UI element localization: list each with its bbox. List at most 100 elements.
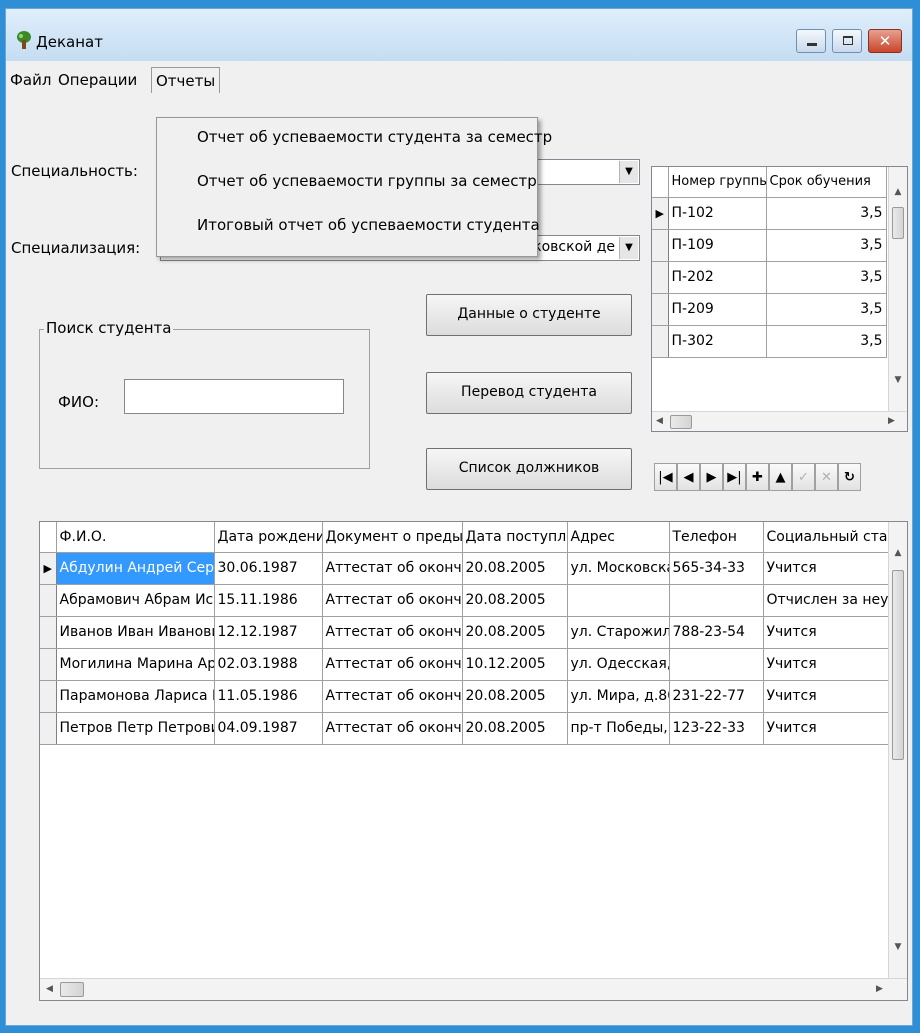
menu-operations[interactable]: Операции	[54, 67, 141, 93]
birth-date-cell[interactable]: 30.06.1987	[214, 552, 323, 585]
scrollbar-thumb[interactable]	[892, 570, 904, 760]
delete-record-button[interactable]: ▲	[769, 463, 792, 491]
fio-cell[interactable]: Петров Петр Петрович	[56, 712, 215, 745]
birth-date-cell[interactable]: 04.09.1987	[214, 712, 323, 745]
admission-date-cell[interactable]: 20.08.2005	[462, 712, 568, 745]
table-row[interactable]: ▶ Абдулин Андрей Сергее 30.06.1987 Аттес…	[40, 552, 889, 585]
fio-cell[interactable]: Абрамович Абрам Исак	[56, 584, 215, 617]
admission-date-cell[interactable]: 10.12.2005	[462, 648, 568, 681]
social-status-cell[interactable]: Учится	[763, 648, 889, 681]
debtors-list-button[interactable]: Список должников	[426, 448, 632, 490]
title-bar[interactable]: Деканат ✕	[6, 9, 912, 61]
next-record-button[interactable]: ▶	[700, 463, 723, 491]
social-status-cell[interactable]: Учится	[763, 680, 889, 713]
table-row[interactable]: П-202 3,5	[652, 261, 887, 294]
chevron-down-icon[interactable]: ▼	[619, 237, 638, 259]
column-header-study-term[interactable]: Срок обучения	[766, 167, 887, 198]
post-edit-button[interactable]: ✓	[792, 463, 815, 491]
scroll-up-icon[interactable]: ▲	[889, 187, 907, 197]
birth-date-cell[interactable]: 11.05.1986	[214, 680, 323, 713]
minimize-button[interactable]	[796, 29, 826, 53]
fio-cell[interactable]: Парамонова Лариса Ма	[56, 680, 215, 713]
insert-record-button[interactable]: ✚	[746, 463, 769, 491]
birth-date-cell[interactable]: 02.03.1988	[214, 648, 323, 681]
fio-cell[interactable]: Могилина Марина Артеі	[56, 648, 215, 681]
prev-document-cell[interactable]: Аттестат об окончан	[322, 584, 463, 617]
last-record-button[interactable]: ▶|	[723, 463, 746, 491]
prev-document-cell[interactable]: Аттестат об окончан	[322, 552, 463, 585]
scroll-right-icon[interactable]: ▶	[888, 416, 895, 426]
address-cell[interactable]: пр-т Победы, д	[567, 712, 670, 745]
address-cell[interactable]: ул. Мира, д.80,	[567, 680, 670, 713]
admission-date-cell[interactable]: 20.08.2005	[462, 552, 568, 585]
phone-cell[interactable]: 788-23-54	[669, 616, 764, 649]
table-row[interactable]: ▶ П-102 3,5	[652, 197, 887, 230]
phone-cell[interactable]: 123-22-33	[669, 712, 764, 745]
scroll-left-icon[interactable]: ◀	[656, 416, 663, 426]
cancel-edit-button[interactable]: ✕	[815, 463, 838, 491]
prior-record-button[interactable]: ◀	[677, 463, 700, 491]
study-term-cell[interactable]: 3,5	[766, 325, 887, 358]
first-record-button[interactable]: |◀	[654, 463, 677, 491]
column-header-admission-date[interactable]: Дата поступлен	[462, 522, 568, 553]
scrollbar-thumb[interactable]	[60, 982, 84, 997]
scrollbar-thumb[interactable]	[892, 207, 904, 239]
column-header-social-status[interactable]: Социальный ста	[763, 522, 889, 553]
address-cell[interactable]: ул. Одесская, д	[567, 648, 670, 681]
phone-cell[interactable]	[669, 648, 764, 681]
column-header-prev-document[interactable]: Документ о предыд	[322, 522, 463, 553]
groups-vertical-scrollbar[interactable]: ▲ ▼	[888, 167, 907, 411]
table-row[interactable]: П-109 3,5	[652, 229, 887, 262]
menu-file[interactable]: Файл	[6, 67, 55, 93]
phone-cell[interactable]: 231-22-77	[669, 680, 764, 713]
refresh-button[interactable]: ↻	[838, 463, 861, 491]
menu-item-group-semester-report[interactable]: Отчет об успеваемости группы за семестр	[197, 166, 537, 196]
table-row[interactable]: П-209 3,5	[652, 293, 887, 326]
social-status-cell[interactable]: Учится	[763, 552, 889, 585]
scroll-down-icon[interactable]: ▼	[889, 942, 907, 952]
group-number-cell[interactable]: П-202	[668, 261, 767, 294]
study-term-cell[interactable]: 3,5	[766, 293, 887, 326]
study-term-cell[interactable]: 3,5	[766, 197, 887, 230]
column-header-fio[interactable]: Ф.И.О.	[56, 522, 215, 553]
groups-grid[interactable]: Номер группы Срок обучения ▶ П-102 3,5 П…	[651, 166, 908, 432]
address-cell[interactable]: ул. Старожилов	[567, 616, 670, 649]
phone-cell[interactable]: 565-34-33	[669, 552, 764, 585]
scroll-up-icon[interactable]: ▲	[889, 548, 907, 558]
scroll-left-icon[interactable]: ◀	[46, 984, 53, 994]
group-number-cell[interactable]: П-109	[668, 229, 767, 262]
group-number-cell[interactable]: П-102	[668, 197, 767, 230]
menu-reports[interactable]: Отчеты	[151, 67, 221, 93]
scrollbar-thumb[interactable]	[670, 415, 692, 429]
address-cell[interactable]	[567, 584, 670, 617]
fio-input[interactable]	[124, 379, 344, 414]
group-number-cell[interactable]: П-209	[668, 293, 767, 326]
group-number-cell[interactable]: П-302	[668, 325, 767, 358]
scroll-down-icon[interactable]: ▼	[889, 375, 907, 385]
menu-item-student-semester-report[interactable]: Отчет об успеваемости студента за семест…	[197, 122, 552, 152]
prev-document-cell[interactable]: Аттестат об окончан	[322, 680, 463, 713]
study-term-cell[interactable]: 3,5	[766, 261, 887, 294]
maximize-button[interactable]	[832, 29, 862, 53]
prev-document-cell[interactable]: Аттестат об окончан	[322, 648, 463, 681]
social-status-cell[interactable]: Отчислен за неу	[763, 584, 889, 617]
address-cell[interactable]: ул. Московска:	[567, 552, 670, 585]
birth-date-cell[interactable]: 12.12.1987	[214, 616, 323, 649]
table-row[interactable]: Абрамович Абрам Исак 15.11.1986 Аттестат…	[40, 584, 889, 617]
prev-document-cell[interactable]: Аттестат об окончан	[322, 616, 463, 649]
students-grid[interactable]: Ф.И.О. Дата рождения Документ о предыд Д…	[39, 521, 908, 1001]
admission-date-cell[interactable]: 20.08.2005	[462, 584, 568, 617]
students-vertical-scrollbar[interactable]: ▲ ▼	[888, 522, 907, 978]
students-horizontal-scrollbar[interactable]: ◀ ▶	[40, 978, 907, 1000]
close-button[interactable]: ✕	[868, 29, 902, 53]
phone-cell[interactable]	[669, 584, 764, 617]
student-data-button[interactable]: Данные о студенте	[426, 294, 632, 336]
table-row[interactable]: Петров Петр Петрович 04.09.1987 Аттестат…	[40, 712, 889, 745]
fio-cell[interactable]: Иванов Иван Иванович	[56, 616, 215, 649]
transfer-student-button[interactable]: Перевод студента	[426, 372, 632, 414]
column-header-address[interactable]: Адрес	[567, 522, 670, 553]
table-row[interactable]: Иванов Иван Иванович 12.12.1987 Аттестат…	[40, 616, 889, 649]
menu-item-final-student-report[interactable]: Итоговый отчет об успеваемости студента	[197, 210, 540, 240]
column-header-phone[interactable]: Телефон	[669, 522, 764, 553]
admission-date-cell[interactable]: 20.08.2005	[462, 616, 568, 649]
